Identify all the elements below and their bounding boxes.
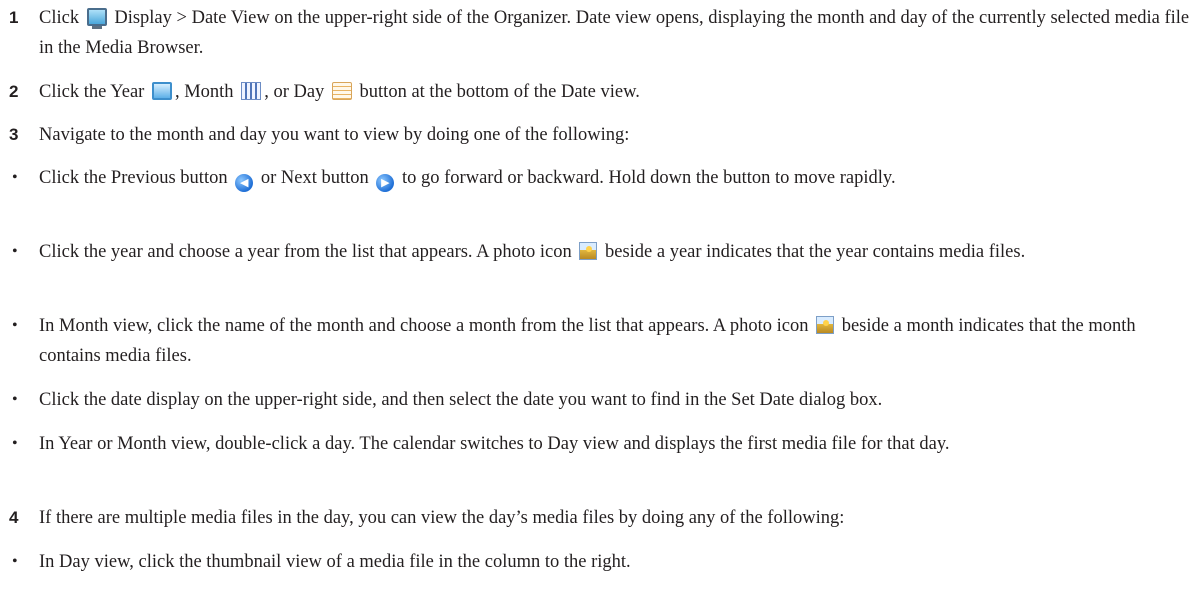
bullet-text: In Year or Month view, double-click a da… — [39, 434, 950, 454]
bullet-item: • Click the year and choose a year from … — [0, 237, 1202, 267]
bullet-text-part: In Month view, click the name of the mon… — [39, 316, 809, 336]
photo-icon — [579, 242, 598, 260]
step-text: If there are multiple media files in the… — [39, 508, 845, 528]
bullet-marker: • — [12, 553, 18, 570]
bullet-text: Click the date display on the upper-righ… — [39, 390, 883, 410]
bullet-text-part: or Next button — [260, 168, 369, 188]
previous-arrow-icon: ◀ — [235, 174, 254, 192]
step-text: Click Display > Date View on the upper-r… — [39, 3, 1199, 63]
month-view-icon — [241, 82, 262, 100]
bullet-marker: • — [12, 317, 18, 334]
step-text: Click the Year , Month , or Day button a… — [39, 77, 1199, 107]
bullet-marker: • — [12, 435, 18, 452]
step-text-part: Click — [39, 8, 80, 28]
bullet-marker: • — [12, 169, 18, 186]
step-text-part: button at the bottom of the Date view. — [359, 82, 640, 102]
bullet-text: In Month view, click the name of the mon… — [39, 311, 1199, 371]
step-2: 2 Click the Year , Month , or Day button… — [0, 77, 1202, 107]
bullet-text-part: beside a year indicates that the year co… — [605, 242, 1026, 262]
bullet-text-part: Click the year and choose a year from th… — [39, 242, 572, 262]
bullet-item: • Click the Previous button ◀ or Next bu… — [0, 163, 1202, 193]
day-view-icon — [331, 82, 352, 100]
bullet-text-part: Click the Previous button — [39, 168, 228, 188]
step-text-part: Display > Date View on the upper-right s… — [39, 8, 1190, 58]
step-3: 3 Navigate to the month and day you want… — [0, 120, 1202, 150]
step-number: 2 — [9, 82, 19, 101]
year-view-icon — [151, 82, 172, 100]
bullet-text: Click the Previous button ◀ or Next butt… — [39, 163, 1199, 193]
bullet-marker: • — [12, 391, 18, 408]
bullet-text-part: to go forward or backward. Hold down the… — [402, 168, 896, 188]
bullet-item: • Click the date display on the upper-ri… — [0, 385, 1202, 415]
step-text: Navigate to the month and day you want t… — [39, 125, 630, 145]
step-text-part: , Month — [174, 82, 234, 102]
step-number: 4 — [9, 508, 19, 527]
bullet-marker: • — [12, 243, 18, 260]
photo-icon — [816, 316, 835, 334]
step-text-part: Click the Year — [39, 82, 145, 102]
step-1: 1 Click Display > Date View on the upper… — [0, 3, 1202, 63]
bullet-item: • In Month view, click the name of the m… — [0, 311, 1202, 371]
step-4: 4 If there are multiple media files in t… — [0, 503, 1202, 533]
bullet-text: In Day view, click the thumbnail view of… — [39, 552, 631, 572]
bullet-text: Click the year and choose a year from th… — [39, 237, 1199, 267]
step-number: 1 — [9, 8, 19, 27]
bullet-item: • In Year or Month view, double-click a … — [0, 429, 1202, 459]
step-text-part: , or Day — [264, 82, 325, 102]
next-arrow-icon: ▶ — [376, 174, 395, 192]
step-number: 3 — [9, 125, 19, 144]
display-monitor-icon — [86, 8, 107, 29]
bullet-item: • In Day view, click the thumbnail view … — [0, 547, 1202, 577]
